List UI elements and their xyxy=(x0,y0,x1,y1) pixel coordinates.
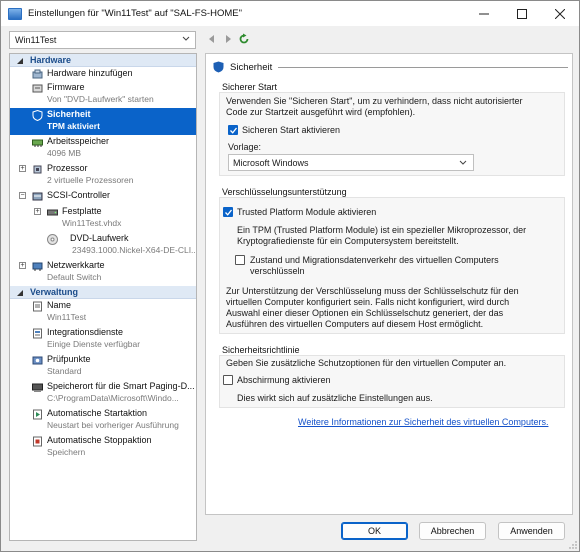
header-divider xyxy=(278,66,568,68)
encryption-group-title: Verschlüsselungsunterstützung xyxy=(222,187,347,197)
shield-icon xyxy=(32,110,43,121)
tree-item-processor[interactable]: + Prozessor 2 virtuelle Prozessoren xyxy=(10,162,196,189)
checkmark-icon xyxy=(230,127,237,134)
tree-item-add-hardware[interactable]: Hardware hinzufügen xyxy=(10,67,196,81)
tree-item-scsi-controller[interactable]: − SCSI-Controller xyxy=(10,189,196,203)
encryption-note-line2: virtuellen Computer konfiguriert sein. F… xyxy=(226,297,510,307)
stop-action-icon xyxy=(33,436,42,447)
more-info-link[interactable]: Weitere Informationen zur Sicherheit des… xyxy=(298,417,548,427)
shielding-note: Dies wirkt sich auf zusätzliche Einstell… xyxy=(237,393,433,403)
maximize-icon xyxy=(517,8,527,19)
secure-boot-description-line1: Verwenden Sie "Sicheren Start", um zu ve… xyxy=(226,96,523,106)
encryption-note-line1: Zur Unterstützung der Verschlüsselung mu… xyxy=(226,286,519,296)
tpm-checkbox[interactable] xyxy=(223,207,233,217)
tpm-description-line1: Ein TPM (Trusted Platform Module) ist ei… xyxy=(237,225,527,235)
ok-button[interactable]: OK xyxy=(341,522,408,540)
secure-boot-checkbox[interactable] xyxy=(228,125,238,135)
secure-boot-description-line2: Code zur Startzeit ausgeführt wird (empf… xyxy=(226,107,416,117)
secure-boot-checkbox-label[interactable]: Sicheren Start aktivieren xyxy=(242,125,340,136)
navigation-bar xyxy=(206,31,266,47)
template-dropdown-value: Microsoft Windows xyxy=(233,157,309,168)
settings-tree: Hardware Hardware hinzufügen Firmware Vo… xyxy=(9,53,197,541)
section-header-management[interactable]: Verwaltung xyxy=(10,286,196,299)
template-dropdown[interactable]: Microsoft Windows xyxy=(228,154,474,171)
title-bar: Einstellungen für "Win11Test" auf "SAL-F… xyxy=(1,1,579,26)
tpm-description-line2: Kryptografiedienste für ein Computersyst… xyxy=(237,236,459,246)
settings-window: Einstellungen für "Win11Test" auf "SAL-F… xyxy=(0,0,580,552)
migration-encryption-label-line1[interactable]: Zustand und Migrationsdatenverkehr des v… xyxy=(250,255,499,266)
cancel-button[interactable]: Abbrechen xyxy=(419,522,486,540)
start-action-icon xyxy=(33,409,42,420)
secure-boot-group-title: Sicherer Start xyxy=(222,82,278,92)
security-settings-panel: Sicherheit Sicherer Start Verwenden Sie … xyxy=(205,53,573,515)
tree-item-automatic-start-action[interactable]: Automatische Startaktion Neustart bei vo… xyxy=(10,407,196,434)
encryption-note-line4: Ausführen des virtuellen Computers auf d… xyxy=(226,319,484,329)
tree-item-automatic-stop-action[interactable]: Automatische Stoppaktion Speichern xyxy=(10,434,196,461)
tree-item-checkpoints[interactable]: Prüfpunkte Standard xyxy=(10,353,196,380)
collapse-triangle-icon xyxy=(17,290,23,296)
shielding-checkbox[interactable] xyxy=(223,375,233,385)
memory-icon xyxy=(32,139,43,147)
security-policy-group-title: Sicherheitsrichtlinie xyxy=(222,345,300,355)
forward-arrow-icon[interactable] xyxy=(222,33,234,45)
panel-title: Sicherheit xyxy=(230,61,273,73)
network-adapter-icon xyxy=(32,262,43,271)
encryption-note-line3: Auswahl einer dieser Optionen ein Schlüs… xyxy=(226,308,504,318)
tree-item-security[interactable]: Sicherheit TPM aktiviert xyxy=(10,108,196,135)
add-hardware-icon xyxy=(32,69,43,79)
tree-item-dvd-drive[interactable]: DVD-Laufwerk 23493.1000.Nickel-X64-DE-CL… xyxy=(10,232,196,259)
tree-item-smart-paging-location[interactable]: Speicherort für die Smart Paging-D... C:… xyxy=(10,380,196,407)
shielding-checkbox-label[interactable]: Abschirmung aktivieren xyxy=(237,375,331,386)
minimize-icon xyxy=(479,13,489,14)
processor-icon xyxy=(33,165,42,174)
close-button[interactable] xyxy=(541,1,579,26)
apply-button[interactable]: Anwenden xyxy=(498,522,565,540)
close-icon xyxy=(555,8,565,19)
template-label: Vorlage: xyxy=(228,142,262,152)
firmware-icon xyxy=(32,84,43,93)
tree-item-name[interactable]: Name Win11Test xyxy=(10,299,196,326)
tree-item-memory[interactable]: Arbeitsspeicher 4096 MB xyxy=(10,135,196,162)
checkpoint-icon xyxy=(32,356,43,365)
name-tag-icon xyxy=(33,301,42,312)
tree-item-firmware[interactable]: Firmware Von "DVD-Laufwerk" starten xyxy=(10,81,196,108)
expand-button[interactable]: + xyxy=(34,208,41,215)
settings-app-icon xyxy=(8,7,22,20)
migration-encryption-label-line2[interactable]: verschlüsseln xyxy=(250,266,305,277)
integration-services-icon xyxy=(33,328,42,339)
security-policy-description: Geben Sie zusätzliche Schutzoptionen für… xyxy=(226,358,507,368)
minimize-button[interactable] xyxy=(465,1,503,26)
chevron-down-icon xyxy=(459,160,467,165)
resize-grip-icon[interactable] xyxy=(569,541,577,549)
maximize-button[interactable] xyxy=(503,1,541,26)
vm-select-value: Win11Test xyxy=(15,35,57,45)
tree-item-label: Hardware hinzufügen xyxy=(47,68,133,78)
collapse-button[interactable]: − xyxy=(19,192,26,199)
panel-header: Sicherheit xyxy=(213,59,568,75)
chevron-down-icon xyxy=(182,36,190,41)
tree-item-hard-drive[interactable]: + Festplatte Win11Test.vhdx xyxy=(10,205,196,232)
migration-encryption-checkbox[interactable] xyxy=(235,255,245,265)
shield-icon xyxy=(213,61,224,73)
tree-item-integration-services[interactable]: Integrationsdienste Einige Dienste verfü… xyxy=(10,326,196,353)
back-arrow-icon[interactable] xyxy=(206,33,218,45)
expand-button[interactable]: + xyxy=(19,165,26,172)
vm-select-dropdown[interactable]: Win11Test xyxy=(9,31,196,49)
tree-item-network-adapter[interactable]: + Netzwerkkarte Default Switch xyxy=(10,259,196,286)
window-title: Einstellungen für "Win11Test" auf "SAL-F… xyxy=(28,8,242,19)
refresh-icon[interactable] xyxy=(238,33,250,45)
scsi-controller-icon xyxy=(32,192,43,201)
smart-paging-icon xyxy=(32,383,43,392)
hard-drive-icon xyxy=(47,209,58,216)
tpm-checkbox-label[interactable]: Trusted Platform Module aktivieren xyxy=(237,207,376,218)
expand-button[interactable]: + xyxy=(19,262,26,269)
dvd-disc-icon xyxy=(47,234,58,245)
checkmark-icon xyxy=(225,209,232,216)
section-header-hardware[interactable]: Hardware xyxy=(10,54,196,67)
collapse-triangle-icon xyxy=(17,58,23,64)
